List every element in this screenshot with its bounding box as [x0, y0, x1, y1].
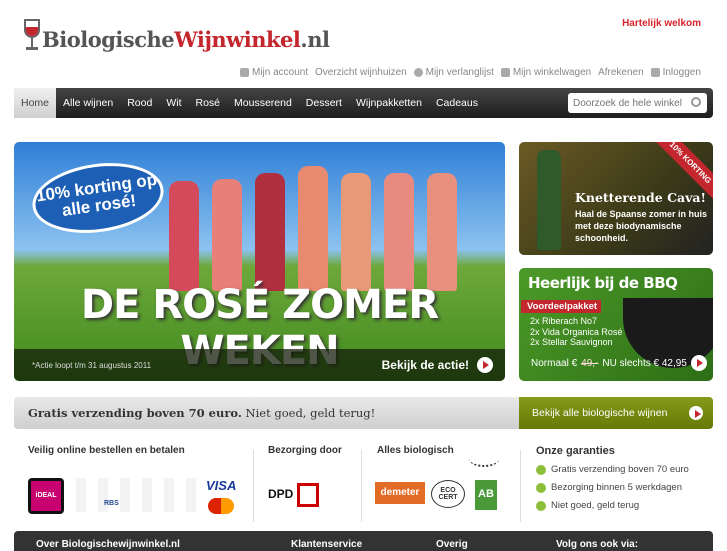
bbq-item: 2x Riberach No7: [530, 316, 598, 326]
play-arrow-icon: [689, 406, 703, 420]
nav-rose[interactable]: Rosé: [189, 88, 228, 118]
bank-logos: RBS: [76, 478, 196, 512]
nav-red[interactable]: Rood: [120, 88, 159, 118]
divider: [253, 450, 254, 522]
bottle-image: [255, 173, 285, 291]
nav-packages[interactable]: Wijnpakketten: [349, 88, 429, 118]
bottle-image: [427, 173, 457, 291]
cava-text: Haal de Spaanse zomer in huis met deze b…: [575, 209, 708, 243]
check-icon: [536, 482, 546, 493]
link-label: Inloggen: [662, 67, 701, 78]
logo-text-accent: Wijnwinkel: [174, 27, 301, 52]
bottle-image: [212, 179, 242, 291]
heart-icon: [413, 68, 423, 77]
nav-sparkling[interactable]: Mousserend: [227, 88, 299, 118]
cta-label: Bekijk de actie!: [381, 358, 469, 372]
footer-heading: Volg ons ook via:: [556, 539, 639, 550]
guarantee-item: Gratis verzending boven 70 euro: [536, 464, 716, 475]
link-label: Mijn winkelwagen: [512, 67, 592, 78]
link-label: Mijn verlanglijst: [425, 67, 494, 78]
delivery-title: Bezorging door: [268, 445, 342, 456]
search-icon[interactable]: [691, 97, 701, 107]
ideal-logo: iDEAL: [28, 478, 64, 514]
welcome-text: Hartelijk welkom: [622, 18, 701, 29]
bottle-image: [537, 150, 561, 250]
footer-heading: Klantenservice: [291, 539, 363, 550]
ecocert-logo: ECO CERT: [431, 480, 465, 508]
logo-text-tld: .nl: [300, 27, 330, 52]
play-arrow-icon: [477, 357, 493, 373]
check-icon: [536, 500, 546, 511]
cart-link[interactable]: Mijn winkelwagen: [500, 67, 592, 78]
cava-banner[interactable]: 10% KORTING Knetterende Cava! Haal de Sp…: [519, 142, 713, 255]
footer-heading: Over Biologischewijnwinkel.nl: [36, 539, 180, 550]
bbq-price: Normaal €49,- NU slechts € 42,95: [531, 355, 707, 371]
promo-bold: Gratis verzending boven 70 euro.: [28, 406, 242, 420]
mastercard-logo: [208, 498, 234, 514]
nav-all-wines[interactable]: Alle wijnen: [56, 88, 120, 118]
guarantees-title: Onze garanties: [536, 445, 615, 457]
payment-section: Veilig online bestellen en betalen iDEAL…: [28, 445, 248, 525]
bottle-image: [298, 166, 328, 291]
bbq-tag: Voordeelpakket: [521, 300, 601, 313]
nav-dessert[interactable]: Dessert: [299, 88, 349, 118]
normal-label: Normaal €: [531, 357, 578, 369]
lock-icon: [650, 68, 660, 77]
bbq-item: 2x Vida Organica Rosé: [530, 326, 623, 337]
user-icon: [240, 68, 249, 77]
bottle-image: [169, 181, 199, 291]
view-all-wines-button[interactable]: Bekijk alle biologische wijnen: [519, 397, 713, 429]
hero-note: *Actie loopt t/m 31 augustus 2011: [32, 360, 152, 370]
payment-title: Veilig online bestellen en betalen: [28, 445, 185, 456]
wishlist-link[interactable]: Mijn verlanglijst: [413, 67, 494, 78]
hero-cta[interactable]: Bekijk de actie!: [382, 357, 493, 373]
logo-text: Biologische: [42, 27, 175, 52]
visa-logo: VISA: [206, 478, 237, 493]
search-input[interactable]: [568, 93, 707, 113]
wine-glass-icon: [24, 19, 40, 50]
bbq-banner[interactable]: Heerlijk bij de BBQ Voordeelpakket 2x Ri…: [519, 268, 713, 381]
bbq-items: 2x Riberach No7 2x Vida Organica Rosé 2x…: [530, 316, 622, 348]
cart-icon: [500, 68, 510, 77]
demeter-logo: demeter: [375, 482, 425, 504]
promo-text: Gratis verzending boven 70 euro. Niet go…: [14, 397, 519, 429]
main-nav: Home Alle wijnen Rood Wit Rosé Mousseren…: [14, 88, 713, 118]
footer-heading: Overig: [436, 539, 468, 550]
discount-badge: 10% korting op alle rosé!: [27, 155, 169, 241]
button-label: Bekijk alle biologische wijnen: [532, 407, 668, 419]
organic-section: Alles biologisch demeter ECO CERT AB: [375, 445, 512, 525]
link-label: Mijn account: [252, 67, 309, 78]
promo-rest: Niet goed, geld terug!: [245, 406, 376, 420]
promo-bar: Gratis verzending boven 70 euro. Niet go…: [14, 397, 713, 429]
old-price: 49,-: [581, 357, 599, 369]
nav-home[interactable]: Home: [14, 88, 57, 118]
check-icon: [536, 464, 546, 475]
guarantee-item: Bezorging binnen 5 werkdagen: [536, 482, 716, 493]
login-link[interactable]: Inloggen: [650, 67, 701, 78]
my-account-link[interactable]: Mijn account: [240, 67, 308, 78]
top-links: Mijn account Overzicht wijnhuizen Mijn v…: [240, 67, 701, 78]
checkout-link[interactable]: Afrekenen: [598, 67, 644, 78]
hero-banner[interactable]: 10% korting op alle rosé! DE ROSÉ ZOMER …: [14, 142, 505, 381]
dpd-logo: DPD: [268, 483, 319, 507]
bottle-image: [341, 173, 371, 291]
wineries-link[interactable]: Overzicht wijnhuizen: [315, 67, 407, 78]
bbq-item: 2x Stellar Sauvignon: [530, 337, 613, 347]
play-arrow-icon[interactable]: [690, 355, 707, 371]
footer: Over Biologischewijnwinkel.nl Klantenser…: [14, 531, 713, 551]
guarantees-section: Onze garanties Gratis verzending boven 7…: [536, 445, 716, 525]
bbq-title: Heerlijk bij de BBQ: [528, 274, 678, 292]
nav-white[interactable]: Wit: [159, 88, 188, 118]
delivery-section: Bezorging door DPD: [268, 445, 358, 525]
divider: [361, 450, 362, 522]
bottle-image: [384, 173, 414, 291]
site-logo[interactable]: BiologischeWijnwinkel.nl: [22, 18, 330, 52]
divider: [520, 450, 521, 522]
ab-logo: AB: [475, 480, 497, 510]
new-price: NU slechts € 42,95: [602, 357, 687, 369]
eu-organic-logo: [469, 451, 499, 467]
nav-gifts[interactable]: Cadeaus: [429, 88, 485, 118]
guarantee-item: Niet goed, geld terug: [536, 500, 716, 511]
cava-title: Knetterende Cava!: [575, 190, 706, 205]
